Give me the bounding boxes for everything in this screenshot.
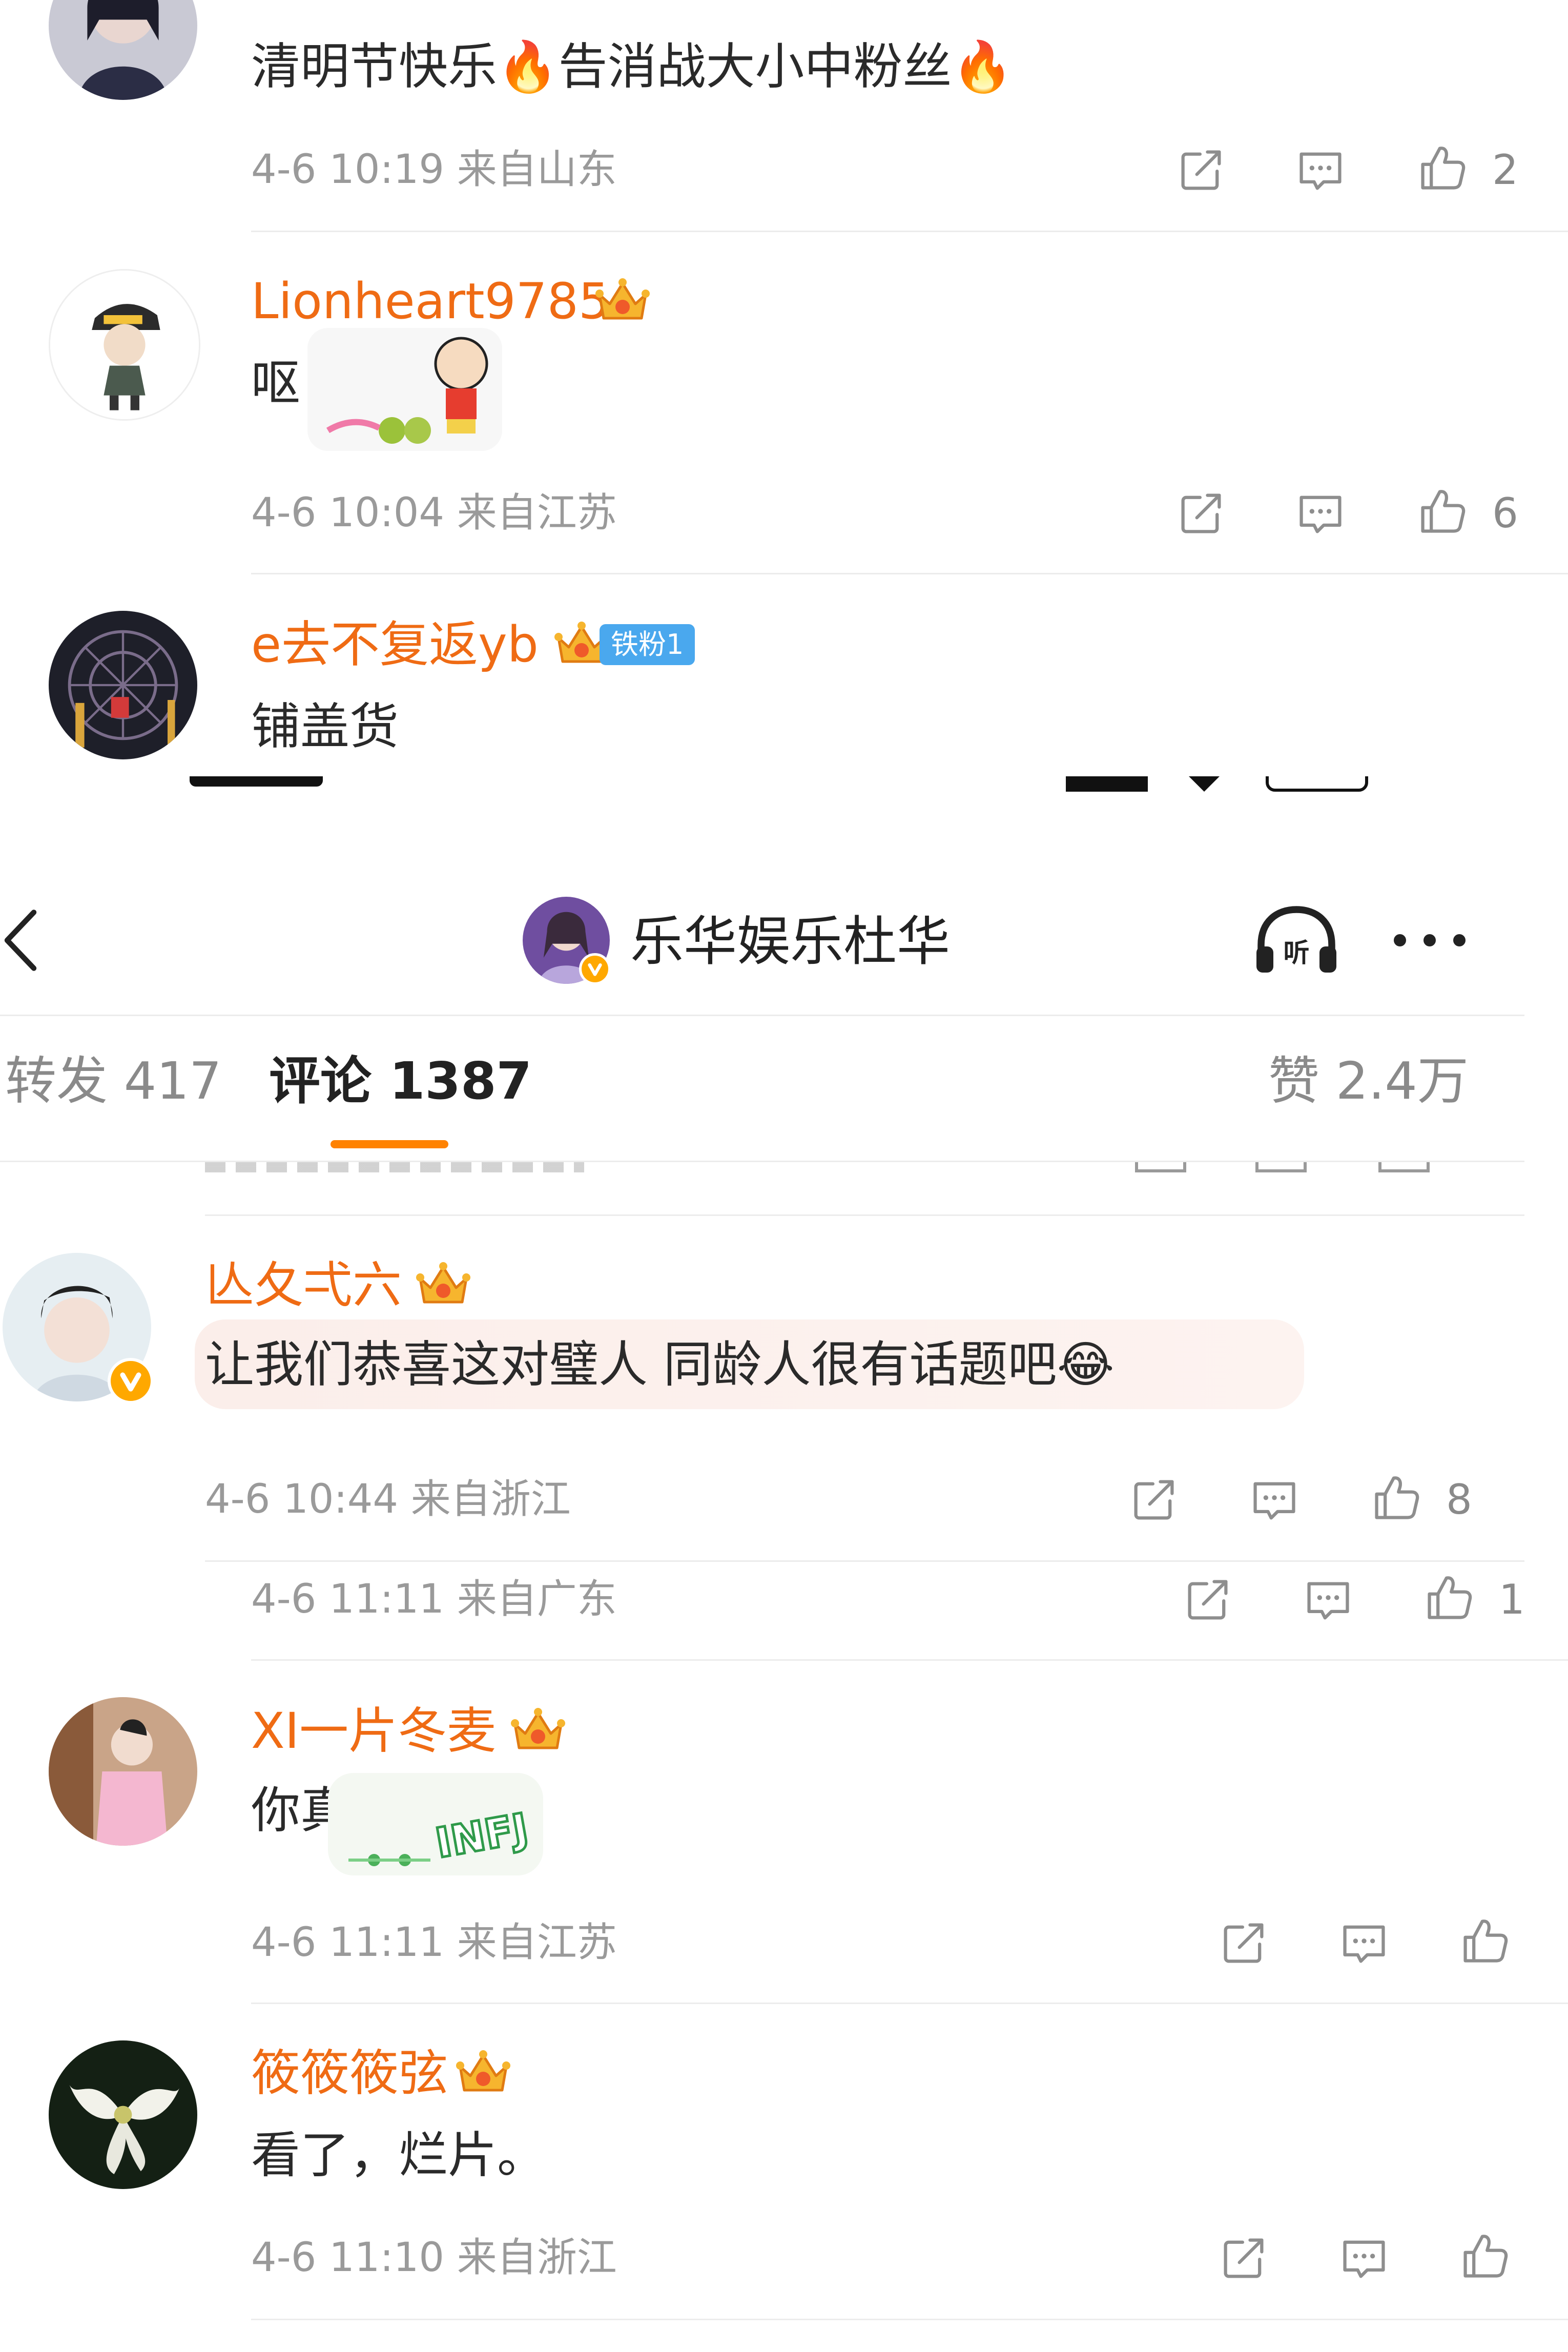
fan-badge: 铁粉1: [600, 624, 695, 665]
comment-meta: 4-6 11:11 来自广东: [251, 1576, 617, 1622]
username[interactable]: XI一片冬麦: [251, 1706, 496, 1756]
svg-text:听: 听: [1283, 938, 1309, 968]
comment-meta: 4-6 10:44 来自浙江: [205, 1476, 571, 1522]
repost-icon[interactable]: [1181, 1573, 1234, 1626]
reply-icon[interactable]: [1294, 143, 1347, 197]
divider: [251, 573, 1568, 574]
back-button[interactable]: [0, 907, 56, 974]
username[interactable]: e去不复返yb: [251, 620, 539, 669]
like-count: 2: [1492, 146, 1518, 194]
tab-likes[interactable]: 赞 2.4万: [1268, 1056, 1469, 1107]
more-dots-icon: [1394, 934, 1466, 946]
divider: [251, 2003, 1568, 2004]
comment-meta: 4-6 11:10 来自浙江: [251, 2235, 617, 2281]
status-bar-remnant: [0, 776, 1568, 797]
repost-icon[interactable]: [1217, 1916, 1270, 1970]
like-icon[interactable]: [1422, 1571, 1475, 1624]
comment-meta: 4-6 11:11 来自江苏: [251, 1920, 617, 1966]
like-count: 8: [1446, 1476, 1472, 1523]
repost-icon[interactable]: [1174, 487, 1228, 540]
vip-crown-icon: [510, 1704, 566, 1755]
vip-crown-icon: [594, 274, 651, 325]
infj-sticker: INFJ: [328, 1773, 543, 1875]
verified-v-icon: [588, 963, 602, 976]
comment-text: 清明节快乐🔥告消战大小中粉丝🔥: [251, 38, 1014, 95]
tab-comment[interactable]: 评论 1387: [269, 1056, 532, 1107]
headphones-icon: 听: [1256, 906, 1336, 973]
tab-repost[interactable]: 转发 417: [5, 1056, 222, 1107]
crayon-shin-chan-sticker: [307, 328, 502, 451]
comment-text: 铺盖货: [251, 698, 399, 755]
verified-badge: [108, 1358, 154, 1404]
like-icon[interactable]: [1369, 1471, 1422, 1524]
divider: [205, 1560, 1524, 1562]
comment-text: 让我们恭喜这对璧人 同龄人很有话题吧😂: [205, 1336, 1115, 1393]
tab-bar: 转发 417 评论 1387 赞 2.4万: [0, 1017, 1568, 1161]
username[interactable]: Lionheart9785: [251, 277, 610, 326]
vip-crown-icon: [415, 1258, 471, 1309]
avatar[interactable]: [49, 2040, 197, 2189]
reply-icon[interactable]: [1337, 2232, 1391, 2285]
username[interactable]: 筱筱筱弦: [251, 2049, 448, 2098]
like-icon[interactable]: [1415, 484, 1469, 538]
comment-text: 看了，烂片。: [251, 2127, 546, 2184]
repost-icon[interactable]: [1217, 2232, 1270, 2285]
more-button[interactable]: [1389, 922, 1471, 958]
listen-button[interactable]: 听: [1250, 902, 1343, 979]
vip-crown-icon: [455, 2046, 511, 2097]
nav-bar: 乐华娱乐杜华 听: [0, 871, 1568, 1015]
repost-icon[interactable]: [1127, 1473, 1181, 1526]
divider: [205, 1214, 1524, 1216]
reply-icon[interactable]: [1337, 1916, 1391, 1970]
verified-badge: [579, 953, 611, 985]
page-title: 乐华娱乐杜华: [630, 910, 951, 973]
username[interactable]: 亾夂弌六: [205, 1261, 402, 1310]
avatar[interactable]: [49, 611, 197, 759]
like-icon[interactable]: [1458, 1914, 1511, 1967]
comment-text: 呕: [251, 355, 300, 412]
comment-meta: 4-6 10:19 来自山东: [251, 147, 617, 193]
like-icon[interactable]: [1415, 141, 1469, 194]
like-count: 6: [1492, 489, 1518, 537]
divider: [251, 2319, 1568, 2320]
comment-meta: 4-6 10:04 来自江苏: [251, 490, 617, 536]
reply-icon[interactable]: [1294, 487, 1347, 540]
divider: [251, 231, 1568, 232]
reply-icon[interactable]: [1248, 1473, 1301, 1526]
tab-active-indicator: [331, 1140, 448, 1148]
avatar[interactable]: [49, 0, 197, 100]
clipped-row: [0, 1162, 1568, 1183]
back-arrow-icon: [4, 910, 37, 971]
repost-icon[interactable]: [1174, 143, 1228, 197]
verified-v-icon: [120, 1372, 141, 1392]
avatar[interactable]: [49, 269, 200, 421]
divider: [251, 1659, 1568, 1661]
divider: [0, 1015, 1524, 1016]
avatar[interactable]: [49, 1697, 197, 1846]
reply-icon[interactable]: [1302, 1573, 1355, 1626]
like-icon[interactable]: [1458, 2229, 1511, 2282]
like-count: 1: [1499, 1576, 1525, 1623]
